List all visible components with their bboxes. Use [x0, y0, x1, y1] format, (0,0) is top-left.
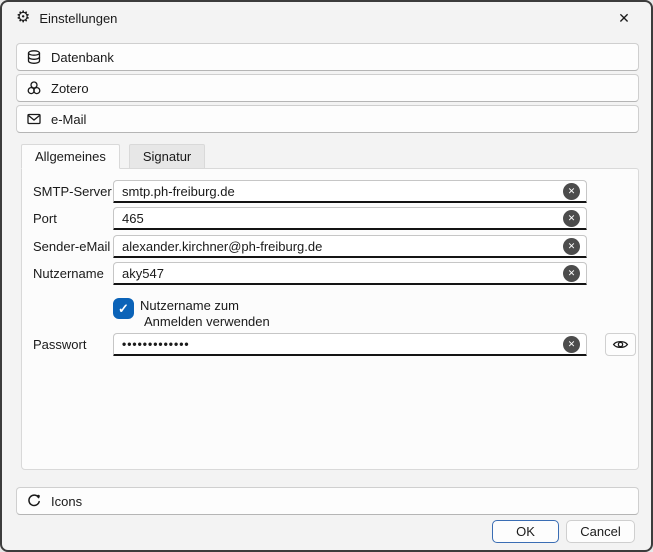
port-input[interactable]: [113, 207, 587, 230]
tab-allgemeines-label: Allgemeines: [35, 149, 106, 164]
use-username-label-line1: Nutzername zum: [140, 298, 270, 314]
show-password-button[interactable]: [605, 333, 636, 356]
use-username-checkbox[interactable]: ✓: [113, 298, 134, 319]
nutzername-row: Nutzername ✕: [22, 262, 638, 285]
section-zotero-label: Zotero: [51, 81, 89, 96]
sender-email-clear-icon[interactable]: ✕: [563, 238, 580, 255]
zotero-icon: [26, 80, 42, 96]
refresh-icon: [26, 493, 42, 509]
sender-email-label: Sender-eMail: [33, 235, 110, 258]
smtp-server-clear-icon[interactable]: ✕: [563, 183, 580, 200]
mail-icon: [26, 111, 42, 127]
port-row: Port ✕: [22, 207, 638, 230]
database-icon: [26, 49, 42, 65]
nutzername-clear-icon[interactable]: ✕: [563, 265, 580, 282]
smtp-server-label: SMTP-Server: [33, 180, 112, 203]
ok-button[interactable]: OK: [492, 520, 559, 543]
port-label: Port: [33, 207, 57, 230]
email-tabbar: Allgemeines Signatur: [21, 144, 205, 169]
cancel-button[interactable]: Cancel: [566, 520, 635, 543]
close-button[interactable]: ✕: [609, 6, 639, 30]
use-username-label-line2: Anmelden verwenden: [140, 314, 270, 330]
section-datenbank[interactable]: Datenbank: [16, 43, 639, 71]
section-datenbank-label: Datenbank: [51, 50, 114, 65]
section-email-label: e-Mail: [51, 112, 86, 127]
titlebar: ⚙ Einstellungen ✕: [2, 2, 651, 34]
section-email[interactable]: e-Mail: [16, 105, 639, 133]
use-username-row: ✓ Nutzername zum Anmelden verwenden: [22, 298, 638, 332]
passwort-row: Passwort ✕: [22, 333, 638, 356]
section-icons-label: Icons: [51, 494, 82, 509]
dialog-title: Einstellungen: [39, 11, 117, 26]
sender-email-input[interactable]: [113, 235, 587, 258]
sender-email-row: Sender-eMail ✕: [22, 235, 638, 258]
gear-icon: ⚙: [16, 10, 30, 26]
smtp-server-row: SMTP-Server ✕: [22, 180, 638, 203]
section-icons[interactable]: Icons: [16, 487, 639, 515]
use-username-label[interactable]: Nutzername zum Anmelden verwenden: [140, 298, 270, 330]
email-panel: SMTP-Server ✕ Port ✕ Sender-eMail ✕ Nutz…: [21, 168, 639, 470]
settings-dialog: ⚙ Einstellungen ✕ Datenbank Zotero e-Mai…: [0, 0, 653, 552]
tab-signatur-label: Signatur: [143, 149, 191, 164]
check-icon: ✓: [118, 302, 129, 315]
nutzername-label: Nutzername: [33, 262, 104, 285]
passwort-clear-icon[interactable]: ✕: [563, 336, 580, 353]
port-clear-icon[interactable]: ✕: [563, 210, 580, 227]
tab-allgemeines[interactable]: Allgemeines: [21, 144, 120, 169]
passwort-label: Passwort: [33, 333, 86, 356]
section-zotero[interactable]: Zotero: [16, 74, 639, 102]
nutzername-input[interactable]: [113, 262, 587, 285]
smtp-server-input[interactable]: [113, 180, 587, 203]
eye-icon: [612, 336, 629, 353]
tab-signatur[interactable]: Signatur: [129, 144, 205, 169]
passwort-input[interactable]: [113, 333, 587, 356]
